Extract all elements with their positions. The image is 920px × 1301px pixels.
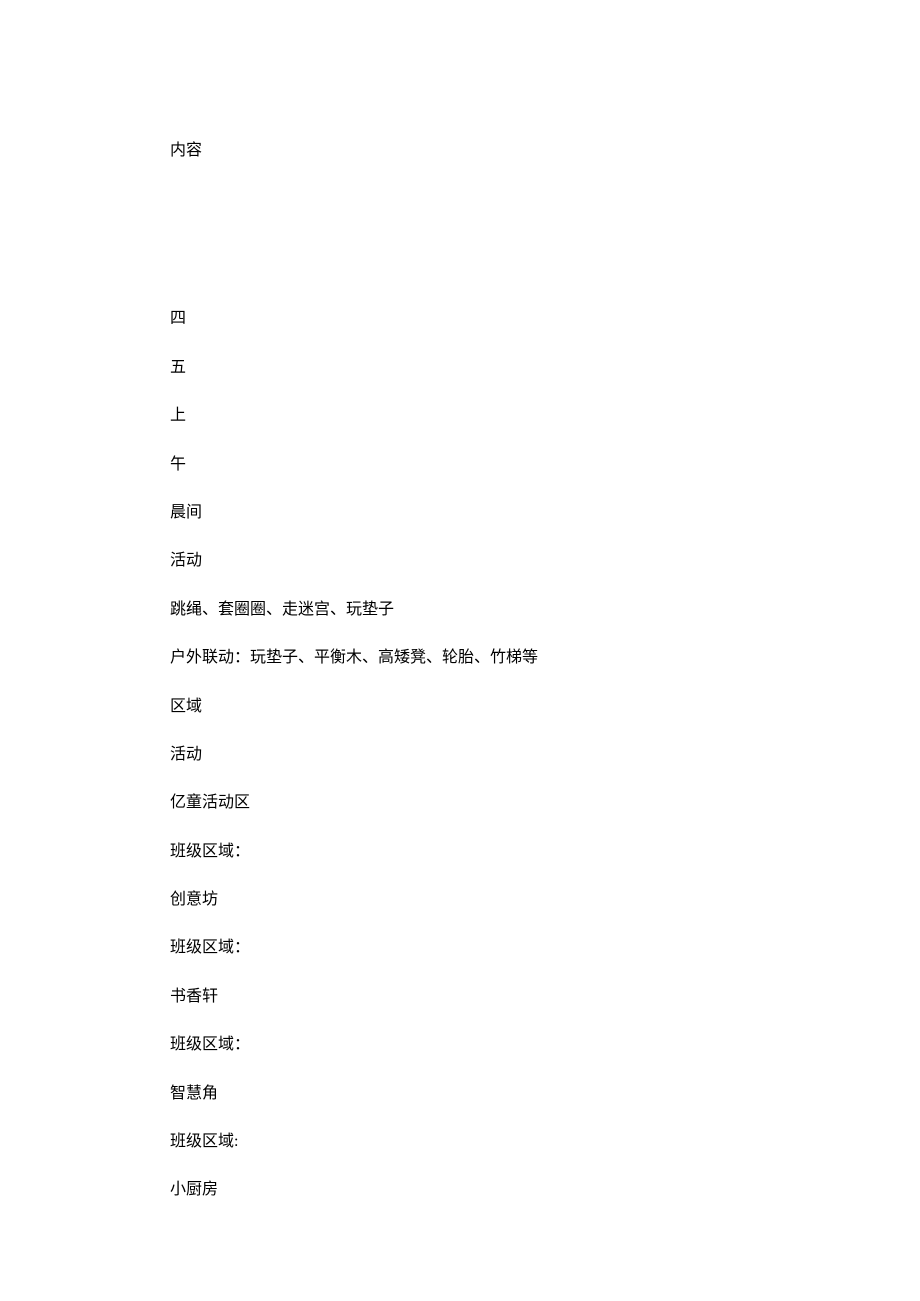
text-line: 内容 — [170, 140, 920, 162]
text-line: 跳绳、套圈圈、走迷宫、玩垫子 — [170, 599, 920, 621]
document-page: 内容 四 五 上 午 晨间 活动 跳绳、套圈圈、走迷宫、玩垫子 户外联动：玩垫子… — [0, 0, 920, 1202]
text-line: 午 — [170, 454, 920, 476]
text-line: 活动 — [170, 744, 920, 766]
text-line: 智慧角 — [170, 1083, 920, 1105]
blank-gap — [170, 188, 920, 308]
text-line: 班级区域: — [170, 1131, 920, 1153]
text-line: 班级区域： — [170, 937, 920, 959]
text-line: 班级区域： — [170, 1034, 920, 1056]
text-line: 活动 — [170, 550, 920, 572]
text-line: 五 — [170, 357, 920, 379]
text-line: 四 — [170, 308, 920, 330]
text-line: 小厨房 — [170, 1179, 920, 1201]
text-line: 户外联动：玩垫子、平衡木、高矮凳、轮胎、竹梯等 — [170, 647, 920, 669]
text-line: 创意坊 — [170, 889, 920, 911]
text-line: 区域 — [170, 696, 920, 718]
text-line: 上 — [170, 405, 920, 427]
text-line: 亿童活动区 — [170, 792, 920, 814]
text-line: 书香轩 — [170, 986, 920, 1008]
text-line: 班级区域： — [170, 841, 920, 863]
text-line: 晨间 — [170, 502, 920, 524]
